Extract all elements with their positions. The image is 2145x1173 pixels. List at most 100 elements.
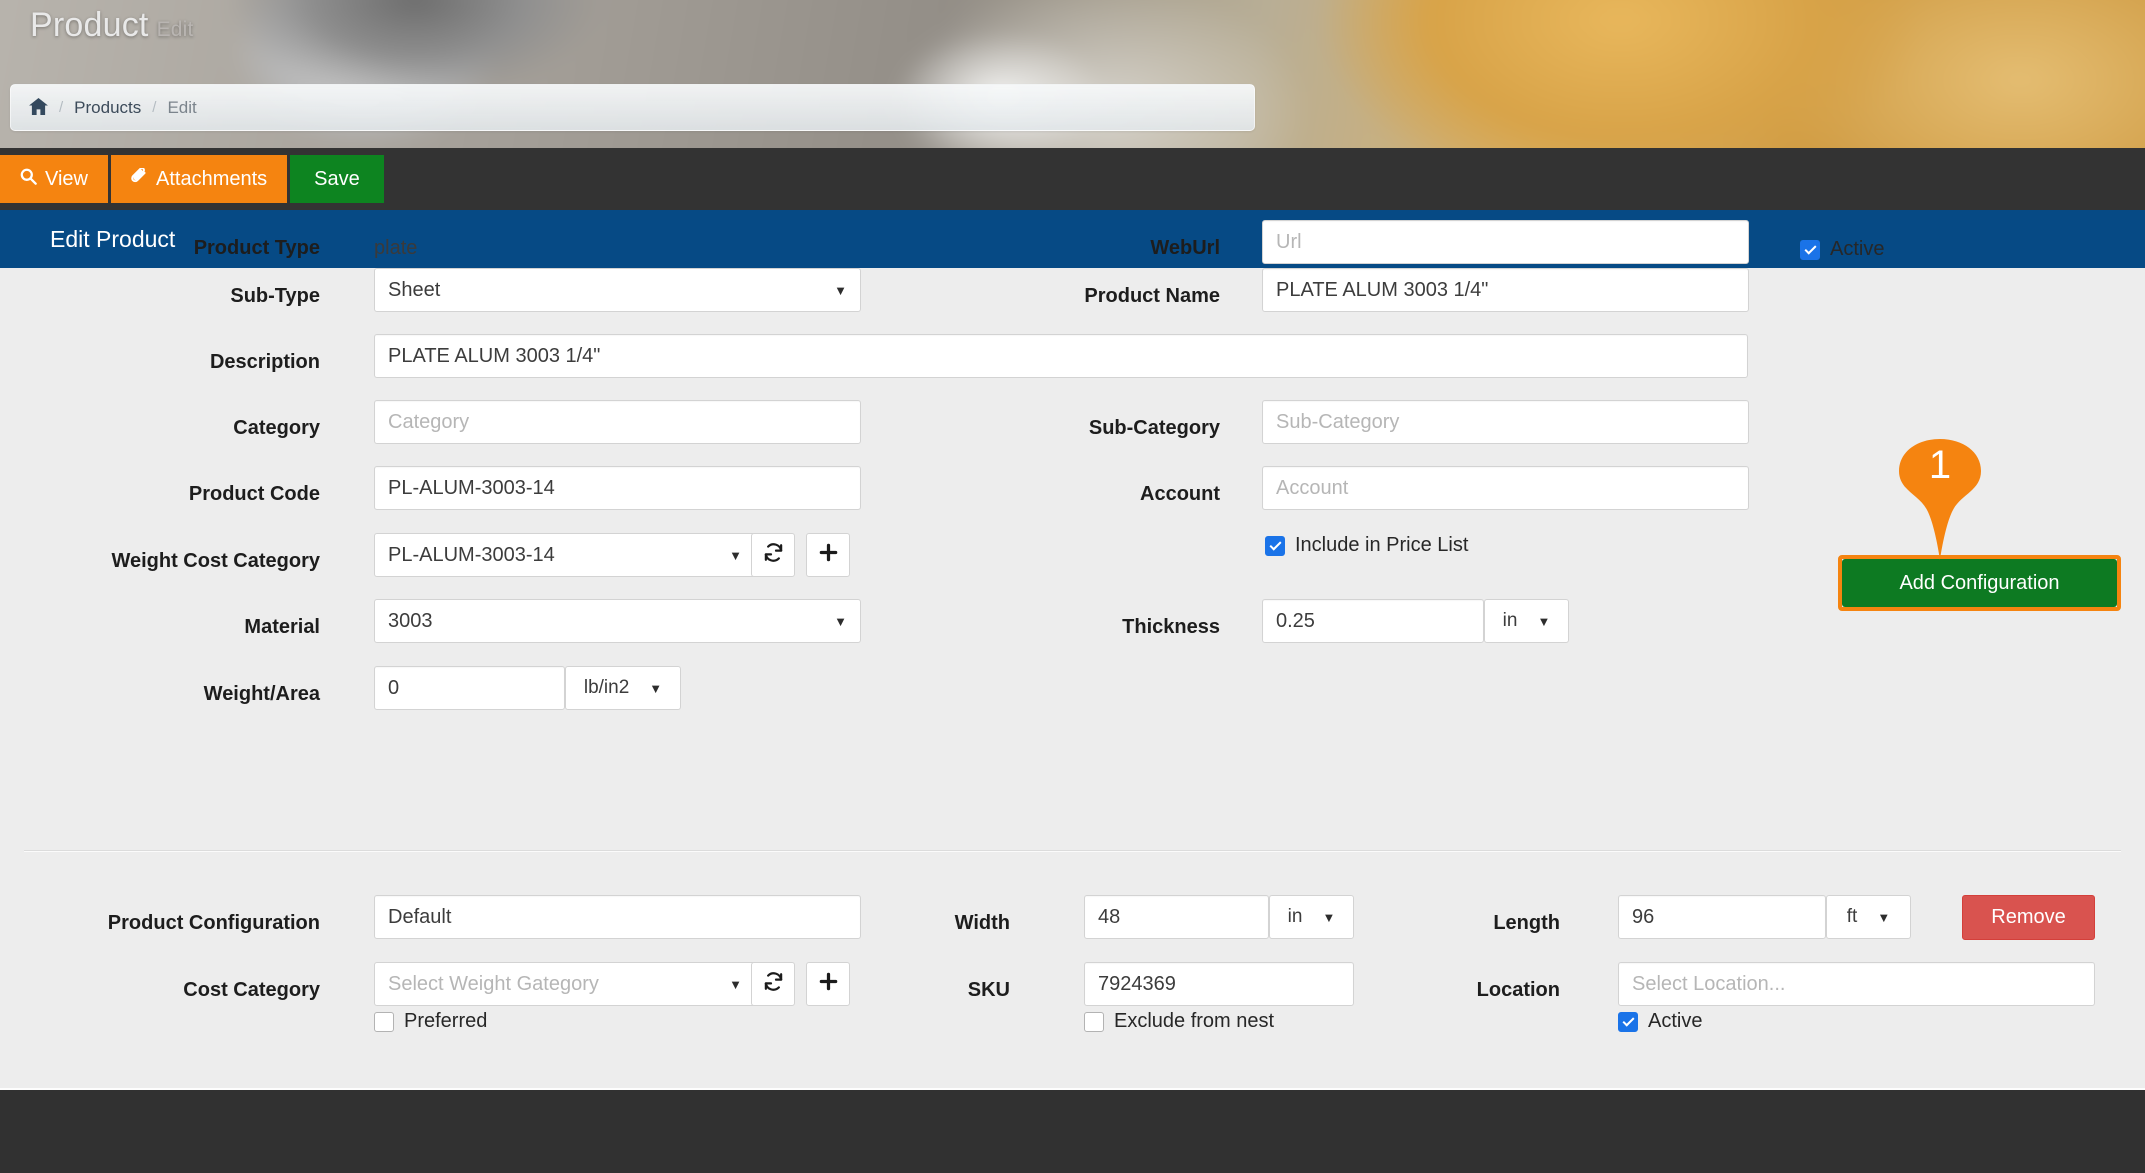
breadcrumb-separator-2: / [152, 99, 157, 116]
thickness-value: 0.25 [1276, 609, 1315, 632]
preferred[interactable]: Preferred [374, 1010, 487, 1033]
thickness-input[interactable]: 0.25 [1262, 599, 1484, 643]
product-code-label: Product Code [188, 483, 320, 505]
checkbox-box [1084, 1011, 1104, 1032]
search-icon [20, 168, 37, 190]
page-footer [0, 1088, 2145, 1173]
width-unit-value: in [1287, 906, 1303, 927]
refresh-icon [763, 971, 784, 998]
callout-pin-1: 1 [1895, 438, 1985, 560]
material-label: Material [244, 616, 320, 638]
width-unit-select[interactable]: in ▼ [1269, 895, 1354, 939]
product-type-value: plate [374, 237, 418, 259]
account-placeholder: Account [1276, 476, 1349, 499]
product-configuration-label: Product Configuration [107, 912, 320, 934]
width-label: Width [954, 912, 1010, 934]
preferred-label: Preferred [404, 1010, 488, 1032]
description-value: PLATE ALUM 3003 1/4" [388, 344, 601, 367]
sku-value: 7924369 [1098, 972, 1176, 995]
page-title-main: Product [30, 6, 149, 44]
include-in-price-list[interactable]: Include in Price List [1265, 534, 1468, 557]
sub-category-input[interactable]: Sub-Category [1262, 400, 1749, 444]
weight-area-label: Weight/Area [203, 683, 320, 705]
paperclip-icon [131, 167, 148, 190]
breadcrumb-item-edit: Edit [167, 97, 197, 117]
chevron-down-icon: ▼ [834, 282, 847, 298]
checkbox-box [1800, 239, 1820, 260]
length-unit-select[interactable]: ft ▼ [1826, 895, 1911, 939]
breadcrumb: / Products / Edit [10, 84, 1255, 131]
view-button-label: View [45, 167, 88, 190]
description-label: Description [209, 351, 320, 373]
sku-input[interactable]: 7924369 [1084, 962, 1354, 1006]
section-divider [24, 850, 2121, 852]
save-button-label: Save [314, 167, 360, 190]
view-button[interactable]: View [0, 155, 108, 203]
product-name-label: Product Name [1084, 285, 1220, 307]
add-configuration-button[interactable]: Add Configuration [1842, 559, 2117, 607]
location-input[interactable]: Select Location... [1618, 962, 2095, 1006]
chevron-down-icon: ▼ [834, 613, 847, 629]
checkbox-box [374, 1011, 394, 1032]
sku-label: SKU [967, 979, 1010, 1001]
page-title-sub: Edit [156, 18, 194, 41]
location-label: Location [1476, 979, 1560, 1001]
weight-cost-category-select[interactable]: PL-ALUM-3003-14 ▼ [374, 533, 756, 577]
save-button[interactable]: Save [290, 155, 384, 203]
active-top-checkbox[interactable]: Active [1800, 238, 1884, 261]
include-in-price-list-label: Include in Price List [1295, 534, 1469, 556]
page-title: Product Edit [30, 6, 194, 45]
thickness-unit-value: in [1502, 610, 1518, 631]
length-value: 96 [1632, 905, 1655, 928]
remove-button-label: Remove [1991, 906, 2066, 928]
refresh-icon [763, 542, 784, 569]
product-code-input[interactable]: PL-ALUM-3003-14 [374, 466, 861, 510]
sub-type-label: Sub-Type [230, 285, 320, 307]
thickness-label: Thickness [1122, 616, 1220, 638]
cost-category-label: Cost Category [183, 979, 320, 1001]
weight-cost-category-add-button[interactable] [806, 533, 850, 577]
length-input[interactable]: 96 [1618, 895, 1826, 939]
chevron-down-icon: ▼ [1322, 909, 1336, 925]
description-input[interactable]: PLATE ALUM 3003 1/4" [374, 334, 1748, 378]
attachments-button[interactable]: Attachments [111, 155, 288, 203]
home-icon[interactable] [29, 97, 48, 118]
weight-area-input[interactable]: 0 [374, 666, 565, 710]
product-configuration-input[interactable]: Default [374, 895, 861, 939]
chevron-down-icon: ▼ [1877, 909, 1891, 925]
category-placeholder: Category [388, 410, 470, 433]
sub-type-value: Sheet [388, 278, 441, 301]
chevron-down-icon: ▼ [729, 976, 742, 992]
account-input[interactable]: Account [1262, 466, 1749, 510]
weight-cost-category-value: PL-ALUM-3003-14 [388, 543, 555, 566]
weight-area-unit-value: lb/in2 [583, 677, 630, 698]
chevron-down-icon: ▼ [1537, 613, 1551, 629]
product-name-input[interactable]: PLATE ALUM 3003 1/4" [1262, 268, 1749, 312]
web-url-placeholder: Url [1276, 230, 1302, 253]
breadcrumb-separator-1: / [59, 99, 64, 116]
thickness-unit-select[interactable]: in ▼ [1484, 599, 1569, 643]
cost-category-refresh-button[interactable] [751, 962, 795, 1006]
width-value: 48 [1098, 905, 1121, 928]
action-toolbar: View Attachments Save [0, 148, 2145, 210]
exclude-from-nest[interactable]: Exclude from nest [1084, 1010, 1274, 1033]
width-input[interactable]: 48 [1084, 895, 1269, 939]
config-active-checkbox[interactable]: Active [1618, 1010, 1702, 1033]
web-url-input[interactable]: Url [1262, 220, 1749, 264]
cost-category-select[interactable]: Select Weight Gategory ▼ [374, 962, 756, 1006]
checkbox-box [1618, 1011, 1638, 1032]
material-value: 3003 [388, 609, 433, 632]
remove-button[interactable]: Remove [1962, 895, 2095, 940]
cost-category-placeholder: Select Weight Gategory [388, 972, 599, 995]
product-type-label: Product Type [193, 237, 320, 259]
weight-cost-category-refresh-button[interactable] [751, 533, 795, 577]
material-select[interactable]: 3003 ▼ [374, 599, 861, 643]
length-label: Length [1493, 912, 1560, 934]
category-input[interactable]: Category [374, 400, 861, 444]
web-url-label: WebUrl [1150, 237, 1220, 259]
sub-category-placeholder: Sub-Category [1276, 410, 1400, 433]
sub-type-select[interactable]: Sheet ▼ [374, 268, 861, 312]
weight-area-unit-select[interactable]: lb/in2 ▼ [565, 666, 681, 710]
length-unit-value: ft [1846, 906, 1858, 927]
breadcrumb-item-products[interactable]: Products [74, 98, 141, 118]
